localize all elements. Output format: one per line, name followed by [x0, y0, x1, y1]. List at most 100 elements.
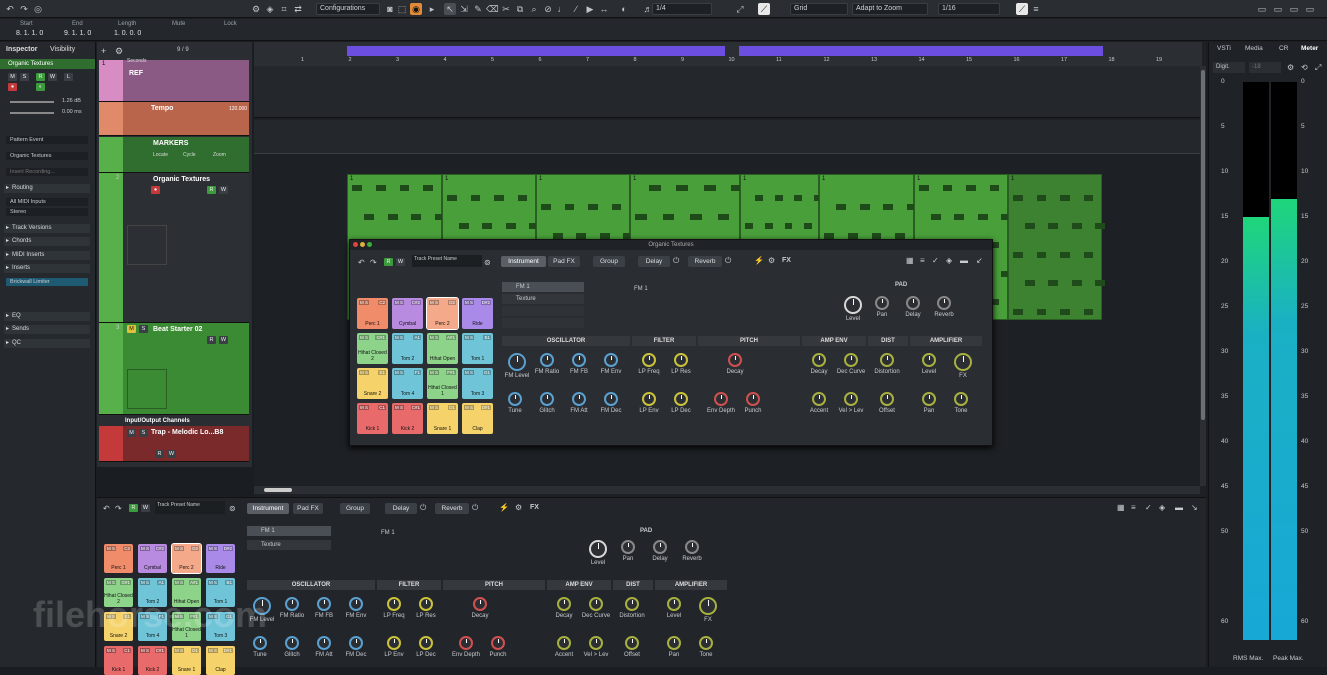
sends-section[interactable]: Sends [4, 325, 90, 334]
write-button[interactable]: W [48, 73, 57, 81]
track-organic-textures[interactable]: 2 Organic Textures ● R W [99, 173, 249, 323]
knob[interactable] [642, 392, 656, 406]
layout-rack-icon[interactable]: ▭ [1304, 3, 1316, 15]
undo-icon[interactable]: ↶ [4, 3, 16, 15]
knob[interactable] [604, 353, 618, 367]
pad-mute-solo[interactable]: M S [394, 405, 405, 410]
knob[interactable] [653, 540, 667, 554]
pad-mute-solo[interactable]: M S [174, 546, 185, 551]
fx-button[interactable]: FX [530, 504, 539, 511]
drum-pad[interactable]: M S G#1 Hihat Closed 2 [357, 333, 388, 364]
knob[interactable] [317, 597, 331, 611]
midi-note[interactable] [804, 223, 813, 229]
length-value[interactable]: 1. 0. 0. 0 [114, 30, 141, 37]
knob[interactable] [285, 636, 299, 650]
knob[interactable] [317, 636, 331, 650]
drum-pad[interactable]: M S D1 Snare 1 [427, 403, 458, 434]
track-name[interactable]: Beat Starter 02 [153, 326, 202, 333]
tab-media[interactable]: Media [1245, 45, 1263, 52]
meter-scale-select[interactable]: -18 [1249, 62, 1281, 73]
configurations-select[interactable]: Configurations [316, 3, 380, 15]
collapse-icon[interactable]: ↘ [1191, 503, 1198, 512]
swap-icon[interactable]: ⇄ [292, 3, 304, 15]
check-icon[interactable]: ✓ [932, 256, 939, 265]
knob[interactable] [285, 597, 299, 611]
horizontal-scrollbar[interactable] [254, 486, 1200, 494]
midi-note[interactable] [883, 204, 894, 210]
ruler[interactable]: 1 2 3 4 5 6 7 8 9 10 11 12 13 14 15 16 17 18 19 [254, 42, 1202, 66]
midi-note[interactable] [754, 194, 763, 201]
track-beat-starter[interactable]: 3 M S Beat Starter 02 R W [99, 323, 249, 415]
midi-note[interactable] [352, 185, 362, 191]
knob[interactable] [625, 636, 639, 650]
fx-chain-icon[interactable]: ⚙ [768, 256, 775, 265]
drum-pad[interactable]: M S D#2 Ride [206, 544, 235, 573]
knob[interactable] [746, 392, 760, 406]
knob[interactable] [728, 353, 742, 367]
layout-bottom-icon[interactable]: ▭ [1272, 3, 1284, 15]
insert-recording-field[interactable]: Insert Recording... [6, 168, 88, 176]
midi-note[interactable] [1060, 194, 1070, 201]
read-button[interactable]: R [384, 258, 393, 266]
quantize-apply-icon[interactable]: ≡ [1030, 3, 1042, 15]
folder-icon[interactable]: ▬ [1175, 503, 1183, 512]
pad-mute-solo[interactable]: M S [106, 580, 117, 585]
volume-fader[interactable] [10, 101, 54, 103]
scroll-thumb[interactable] [264, 488, 292, 492]
midi-note[interactable] [1013, 194, 1023, 201]
delay-fader[interactable] [10, 112, 54, 114]
tab-meter[interactable]: Meter [1301, 45, 1318, 52]
midi-note[interactable] [576, 232, 586, 239]
knob[interactable] [922, 392, 936, 406]
loop-range[interactable] [739, 46, 1103, 56]
midi-note[interactable] [517, 194, 528, 201]
solo-button[interactable]: S [20, 73, 29, 81]
midi-note[interactable] [717, 213, 730, 220]
keyboard-icon[interactable]: ▦ [1117, 503, 1125, 512]
knob[interactable] [685, 540, 699, 554]
lightning-icon[interactable]: ⚡ [499, 503, 509, 512]
qc-section[interactable]: QC [4, 339, 90, 348]
pad-mute-solo[interactable]: M S [208, 648, 219, 653]
snap-icon[interactable]: ⟋ [758, 3, 770, 15]
knob[interactable] [875, 296, 889, 310]
instrument-field[interactable]: Organic Textures [6, 152, 88, 160]
undo-icon[interactable]: ↶ [358, 258, 365, 267]
knob[interactable] [349, 636, 363, 650]
pad-mute-solo[interactable]: M S [140, 580, 151, 585]
io-channels-folder[interactable]: Input/Output Channels [125, 418, 190, 424]
midi-note[interactable] [541, 204, 551, 210]
knob[interactable] [604, 392, 618, 406]
write-button[interactable]: W [396, 258, 405, 266]
marker-icon[interactable]: ⌗ [278, 3, 290, 15]
insert-slot[interactable]: Brickwall Limiter [6, 278, 88, 286]
track-versions-section[interactable]: Track Versions [4, 224, 90, 233]
midi-note[interactable] [552, 232, 563, 239]
read-button[interactable]: R [155, 450, 164, 458]
lower-zone-editor[interactable]: ↶ ↷ R W Track Preset Name ⊚ Instrument P… [33, 497, 1206, 675]
reverb-power-icon[interactable]: ⏻ [472, 503, 478, 513]
tempo-icon[interactable]: ◈ [264, 3, 276, 15]
track-tempo[interactable]: Tempo 120.000 [99, 102, 249, 136]
nudge-icon[interactable]: ⤢ [734, 3, 746, 15]
midi-note[interactable] [676, 185, 688, 191]
scroll-thumb[interactable] [1201, 70, 1205, 420]
pad-mute-solo[interactable]: M S [106, 648, 117, 653]
track-name[interactable]: REF [129, 70, 143, 77]
grid-type-select[interactable]: Adapt to Zoom [852, 3, 928, 15]
pattern-event-field[interactable]: Pattern Event [6, 136, 88, 144]
undo-icon[interactable]: ↶ [103, 504, 110, 513]
delay-power-icon[interactable]: ⏻ [673, 256, 679, 266]
record-enable-button[interactable]: ● [8, 83, 17, 91]
minimize-icon[interactable] [360, 242, 365, 247]
delay-value[interactable]: 0.00 ms [62, 109, 82, 115]
drum-pad[interactable]: M S C#1 Kick 2 [138, 646, 167, 675]
glue-icon[interactable]: ⧉ [514, 3, 526, 15]
knob[interactable] [473, 597, 487, 611]
drum-pad[interactable]: M S C2 Perc 1 [357, 298, 388, 329]
pad-mute-solo[interactable]: M S [394, 335, 405, 340]
inspector-track-name[interactable]: Organic Textures [0, 59, 95, 69]
knob[interactable] [844, 296, 862, 314]
fm-select[interactable]: FM 1 [381, 530, 395, 536]
tab-pad-fx[interactable]: Pad FX [293, 503, 323, 514]
